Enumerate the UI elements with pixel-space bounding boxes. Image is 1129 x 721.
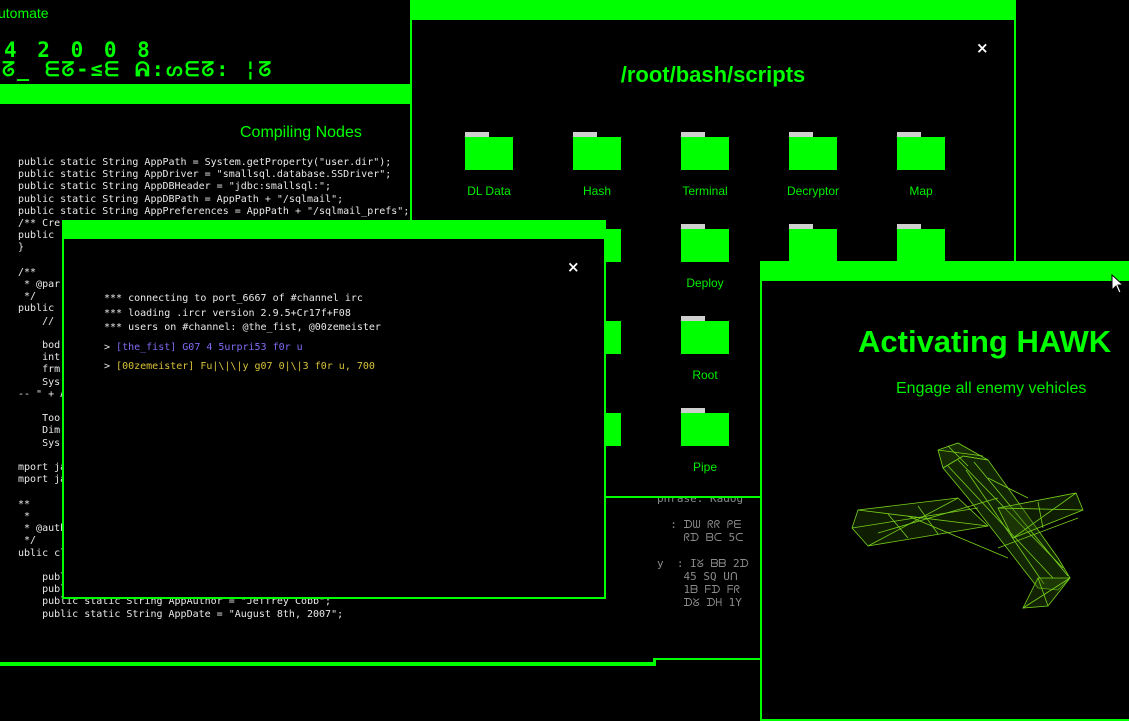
irc-message-text: [00zemeister] Fu|\|\|y g07 0|\|3 f0r u, … [116,361,375,372]
folder-label: Decryptor [786,184,839,198]
frame-line-bottom [0,662,656,666]
mouse-cursor-icon [1111,274,1125,294]
irc-log: *** connecting to port_6667 of #channel … [104,292,381,375]
folder-icon [681,316,729,354]
passphrase-line: y : Iᘜ ᗷᗷ 2ᗪ [657,557,749,570]
code-line: public static String AppPreferences = Ap… [18,205,410,217]
folder-icon [789,132,837,170]
folder-icon [681,224,729,262]
app-label: utomate [0,5,49,21]
folder-item[interactable]: Pipe [655,408,755,474]
folder-label: Pipe [692,460,718,474]
folder-label: Terminal [682,184,728,198]
code-line: public static String AppPath = System.ge… [18,157,392,168]
folder-label: Deploy [686,276,724,290]
passphrase-line [657,505,749,518]
hawk-subtitle: Engage all enemy vehicles [896,380,1087,397]
folder-item[interactable]: Root [655,316,755,382]
code-line: public static String AppDBHeader = "jdbc… [18,181,332,193]
folder-icon [681,408,729,446]
folder-item[interactable]: Hash [547,132,647,198]
code-line: public static String AppDBPath = AppPath… [18,193,344,205]
irc-message: > [00zemeister] Fu|\|\|y g07 0|\|3 f0r u… [104,360,381,375]
irc-prompt: > [104,361,117,372]
hawk-title: Activating HAWK [858,324,1112,359]
folder-window-titlebar[interactable] [412,2,1014,20]
passphrase-line [657,544,749,557]
passphrase-line: 1ᗷ ᖴᗪ ᖴᖇ [657,583,740,596]
folder-icon [897,224,945,262]
folder-icon [897,132,945,170]
passphrase-line: 45 SQ Uᑎ [657,570,738,583]
folder-item[interactable]: Map [871,132,971,198]
folder-label: Root [692,368,718,382]
irc-system-line: *** loading .ircr version 2.9.5+Cr17f+F0… [104,307,351,319]
passphrase-window: phrase: Kadog : ᗪᗯ ᖇᖇ ᑭᗴ ᖇᗪ ᗷᑕ 5ᑕ y : Iᘜ… [653,480,763,660]
code-line: public static String AppDate = "August 8… [18,608,344,620]
folder-item[interactable]: Terminal [655,132,755,198]
irc-prompt: > [104,341,117,353]
irc-system-line: *** connecting to port_6667 of #channel … [104,293,363,304]
folder-item[interactable]: Deploy [655,224,755,290]
wireframe-aircraft-icon [851,442,1084,609]
glyph-row-2: ᘔ_ ᗴᘔ-≤ᗴ ᕱ:ᔕᗴᘔ: ¦ᘔ [2,57,274,81]
folder-icon [573,132,621,170]
irc-message: > [the_fist] G07 4 5urpri53 f0r u [104,341,381,356]
code-line: public static String AppDriver = "smalls… [18,169,392,181]
folder-icon [681,132,729,170]
folder-icon [465,132,513,170]
passphrase-lines: phrase: Kadog : ᗪᗯ ᖇᖇ ᑭᗴ ᖇᗪ ᗷᑕ 5ᑕ y : Iᘜ… [657,492,749,609]
hawk-window[interactable]: Activating HAWK Engage all enemy vehicle… [760,261,1129,721]
folder-label: Hash [582,184,611,198]
passphrase-line: : ᗪᗯ ᖇᖇ ᑭᗴ [657,518,742,531]
folder-icon [789,224,837,262]
folder-label: Map [909,184,933,198]
folder-window-title: /root/bash/scripts [620,62,806,87]
compiling-label: Compiling Nodes [240,124,362,141]
divider-bar [0,84,411,104]
irc-system-line: *** users on #channel: @the_fist, @00zem… [104,322,381,333]
folder-item[interactable]: Decryptor [763,132,863,198]
passphrase-line: ᗪᘜ ᗪᕼ 1Y [657,596,742,609]
irc-chat-window[interactable]: × *** connecting to port_6667 of #channe… [62,220,606,599]
irc-window-close-icon[interactable]: × [567,258,580,276]
folder-item[interactable]: DL Data [439,132,539,198]
passphrase-line: ᖇᗪ ᗷᑕ 5ᑕ [657,531,744,544]
folder-label: DL Data [467,184,511,198]
hawk-window-titlebar[interactable] [762,263,1129,281]
irc-window-titlebar[interactable] [64,222,604,239]
folder-window-close-icon[interactable]: × [976,39,989,57]
irc-message-text: [the_fist] G07 4 5urpri53 f0r u [116,341,303,353]
